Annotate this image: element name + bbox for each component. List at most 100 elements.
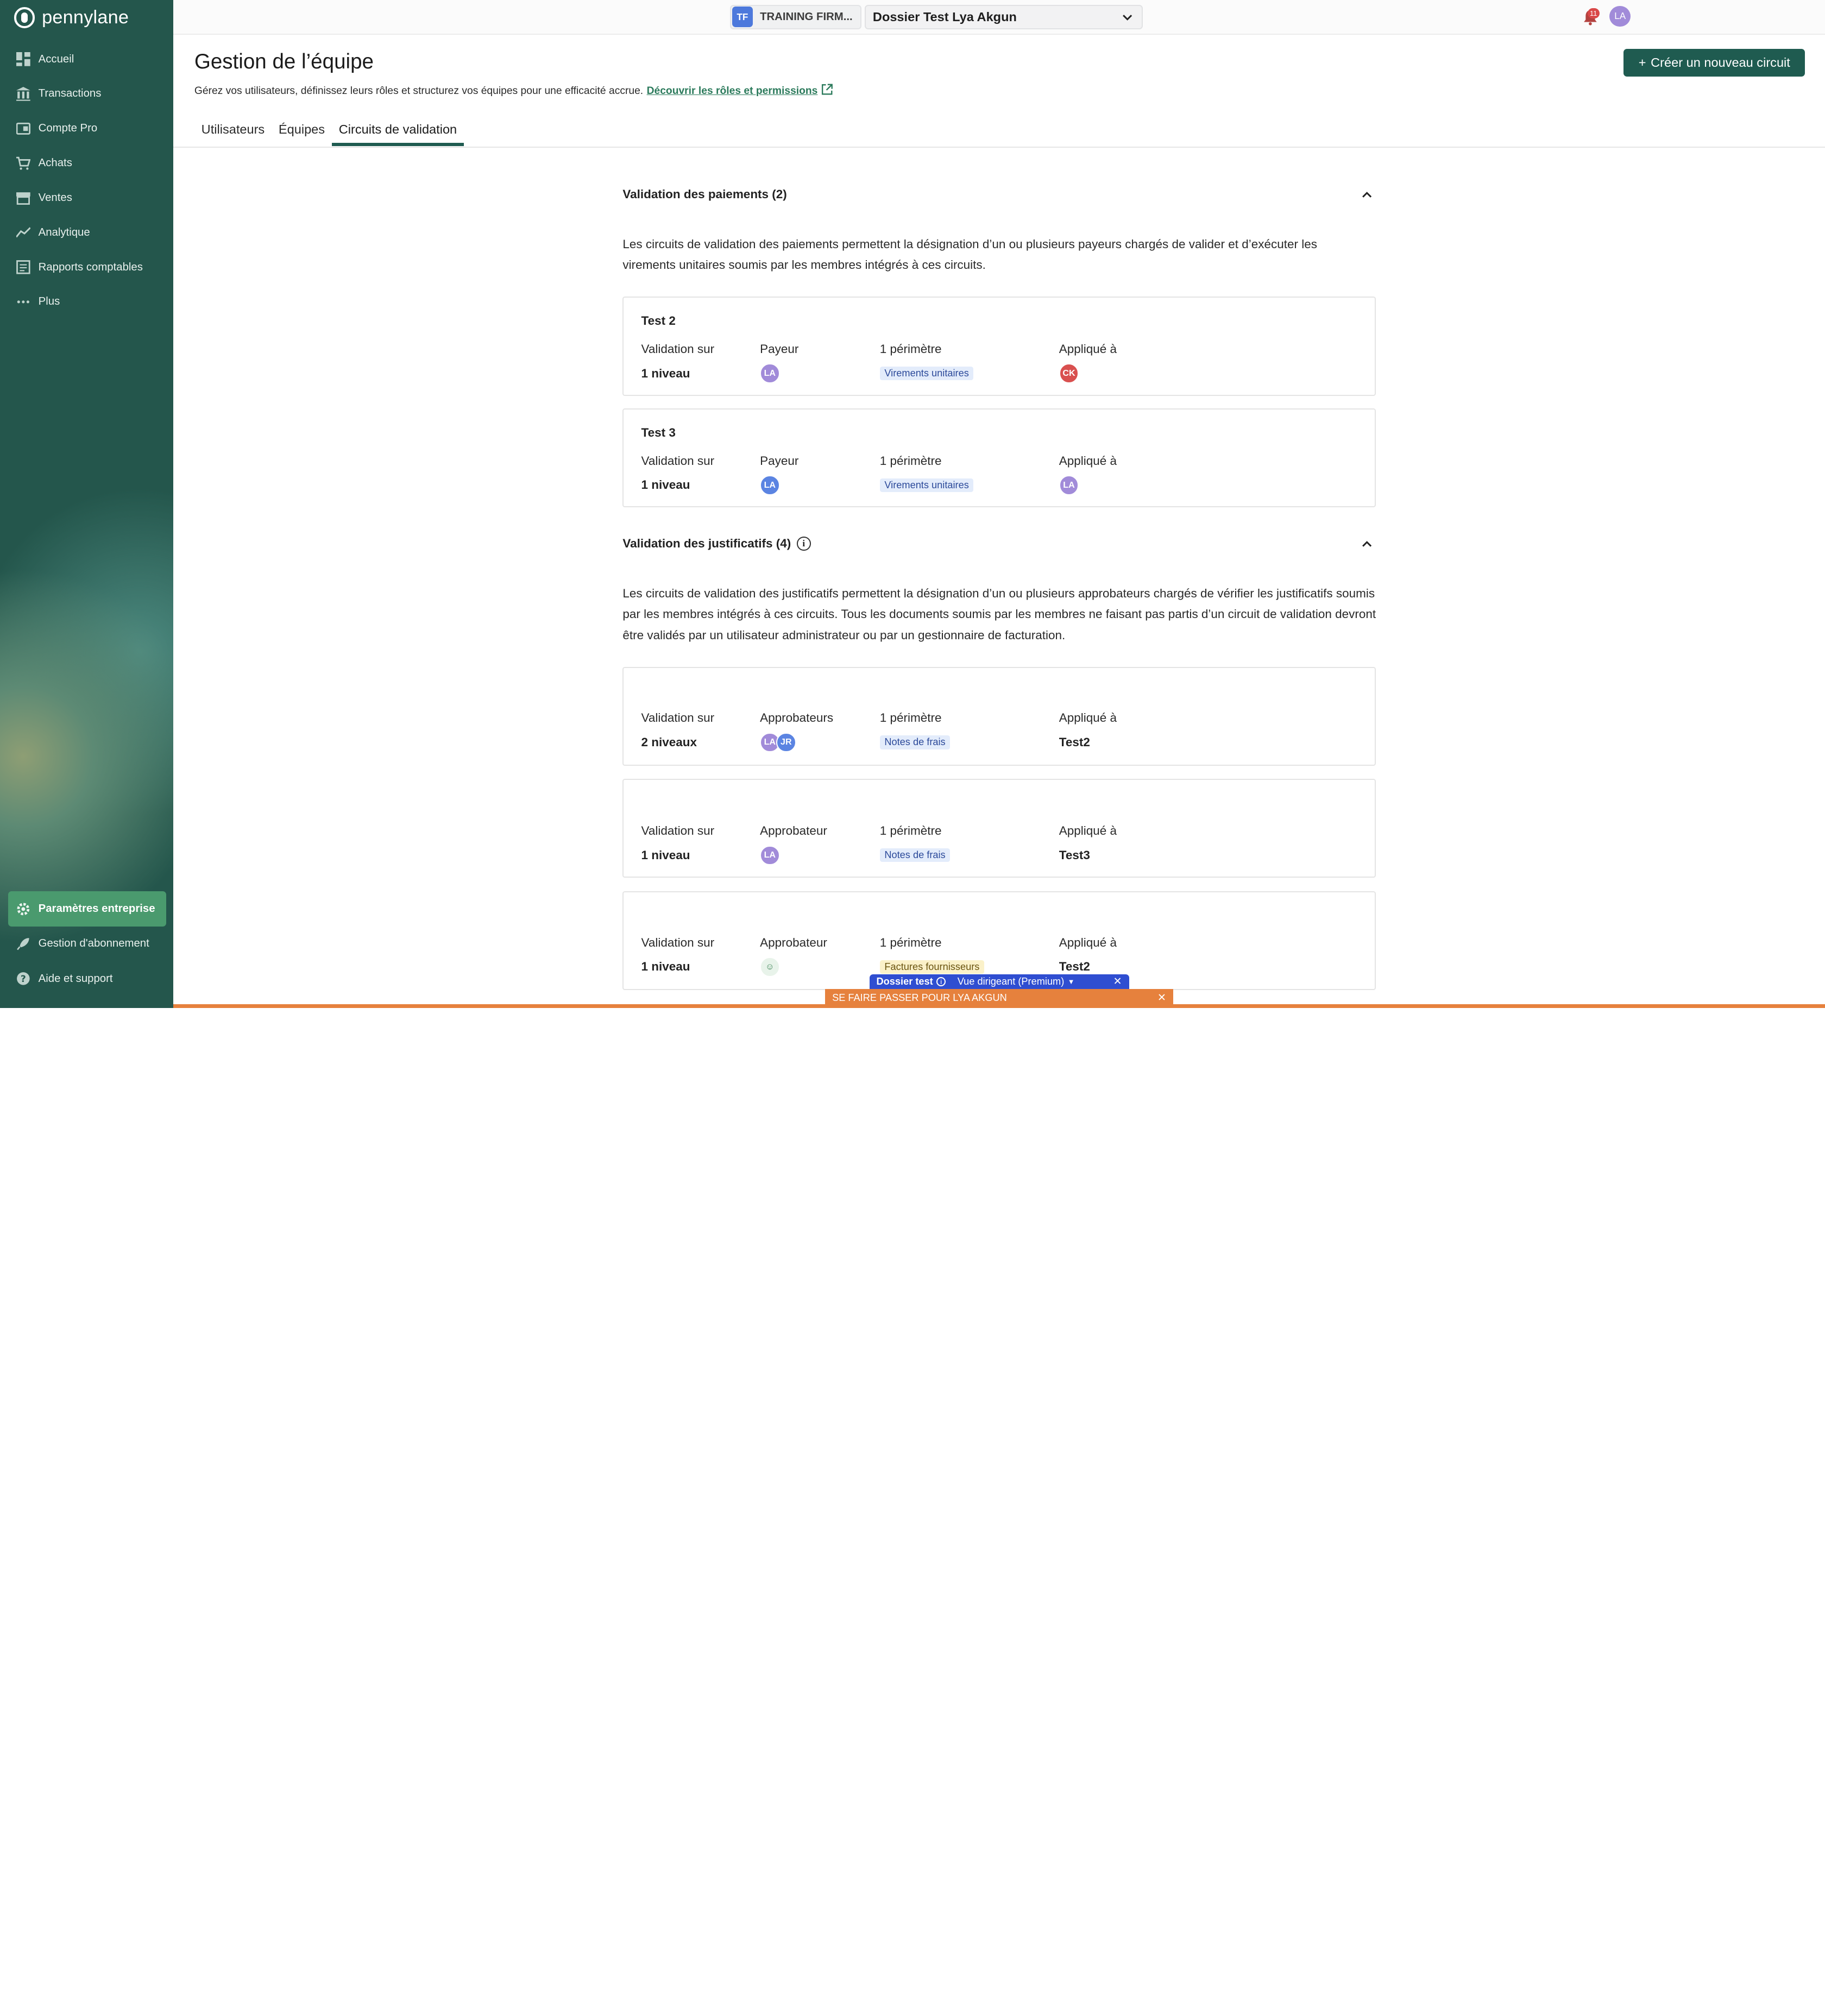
dossier-select-value: Dossier Test Lya Akgun <box>872 9 1017 24</box>
close-icon[interactable]: ✕ <box>1113 975 1122 988</box>
brand-logo[interactable]: pennylane <box>14 7 129 28</box>
scope-tag: Virements unitaires <box>879 367 974 381</box>
applied-label: Appliqué à <box>1059 342 1117 356</box>
role-label: Payeur <box>760 453 799 468</box>
role-label: Approbateur <box>760 823 827 837</box>
help-icon: ? <box>16 972 30 986</box>
roles-permissions-link[interactable]: Découvrir les rôles et permissions <box>647 85 818 97</box>
sidebar-item-accueil[interactable]: Accueil <box>0 42 173 77</box>
scope-label: 1 périmètre <box>879 342 942 356</box>
justificatifs-section-title-wrap: Validation des justificatifs (4) i <box>622 536 811 551</box>
card-icon <box>16 122 30 136</box>
plus-icon: + <box>1638 55 1646 70</box>
info-icon[interactable]: i <box>796 536 811 551</box>
circuit-card[interactable]: Test 2 Validation sur 1 niveau Payeur LA… <box>622 297 1376 396</box>
scope-tag: Virements unitaires <box>879 478 974 493</box>
circuit-card[interactable]: Validation sur 2 niveaux Approbateurs LA… <box>622 666 1376 766</box>
circuit-card[interactable]: Test 3 Validation sur 1 niveau Payeur LA… <box>622 408 1376 508</box>
create-circuit-button[interactable]: + Créer un nouveau circuit <box>1623 48 1805 77</box>
tab-circuits-validation[interactable]: Circuits de validation <box>331 112 464 147</box>
role-avatars: LA <box>760 363 798 384</box>
role-avatars: LA <box>760 845 827 866</box>
report-icon <box>16 260 30 274</box>
sidebar-item-aide-support[interactable]: ? Aide et support <box>0 961 173 996</box>
justificatifs-section-header[interactable]: Validation des justificatifs (4) i <box>622 537 1377 551</box>
validation-value: 2 niveaux <box>641 735 697 749</box>
external-link-icon[interactable] <box>821 84 833 98</box>
avatar[interactable]: JR <box>776 732 796 753</box>
validation-column: Validation sur 1 niveau <box>641 936 715 978</box>
avatar[interactable]: LA <box>760 363 780 383</box>
sidebar-item-achats[interactable]: Achats <box>0 146 173 181</box>
more-icon <box>16 295 30 309</box>
avatar[interactable]: LA <box>1059 475 1079 495</box>
sidebar-item-parametres-entreprise[interactable]: Paramètres entreprise <box>8 891 167 927</box>
view-mode-label: Vue dirigeant (Premium) <box>957 975 1065 987</box>
rocket-icon <box>16 937 30 951</box>
sidebar-item-label: Rapports comptables <box>38 261 143 273</box>
page-header: Gestion de l’équipe Gérez vos utilisateu… <box>173 35 1825 148</box>
scope-column: 1 périmètre Virements unitaires <box>879 342 974 384</box>
dossier-select[interactable]: Dossier Test Lya Akgun <box>865 4 1143 29</box>
scope-value: Notes de frais <box>879 732 951 753</box>
circuit-card[interactable]: Validation sur 1 niveau Approbateur LA 1… <box>622 778 1376 878</box>
tab-utilisateurs[interactable]: Utilisateurs <box>194 112 272 146</box>
scope-column: 1 périmètre Virements unitaires <box>879 454 974 496</box>
tabs: Utilisateurs Équipes Circuits de validat… <box>194 112 464 147</box>
validation-value: 1 niveau <box>641 366 690 380</box>
payments-section-header[interactable]: Validation des paiements (2) <box>622 187 1377 201</box>
page-title: Gestion de l’équipe <box>194 50 374 74</box>
info-icon[interactable]: i <box>936 976 946 986</box>
create-circuit-label: Créer un nouveau circuit <box>1651 55 1790 70</box>
subtitle-text: Gérez vos utilisateurs, définissez leurs… <box>194 85 644 97</box>
justificatifs-section-title: Validation des justificatifs (4) <box>622 536 791 550</box>
role-column: Approbateurs LA JR <box>760 711 833 753</box>
scope-tag: Notes de frais <box>879 735 951 749</box>
sidebar-item-ventes[interactable]: Ventes <box>0 181 173 216</box>
validation-column: Validation sur 1 niveau <box>641 342 715 384</box>
store-icon <box>16 191 30 205</box>
role-avatars: LA JR <box>760 732 833 753</box>
sidebar-item-plus[interactable]: Plus <box>0 285 173 319</box>
scope-tag: Factures fournisseurs <box>879 960 984 974</box>
avatar[interactable]: LA <box>760 475 780 495</box>
applied-value: Test2 <box>1059 735 1090 749</box>
avatar[interactable]: LA <box>760 845 780 865</box>
sidebar-item-transactions[interactable]: Transactions <box>0 77 173 111</box>
sidebar-item-label: Plus <box>38 295 60 308</box>
role-label: Payeur <box>760 342 799 356</box>
scope-value: Virements unitaires <box>879 363 974 384</box>
validation-value: 1 niveau <box>641 848 690 862</box>
user-avatar[interactable]: LA <box>1609 5 1631 27</box>
sidebar: pennylane Accueil Transactions Compte Pr… <box>0 0 174 1008</box>
chevron-up-icon[interactable] <box>1362 537 1372 551</box>
caret-down-icon: ▼ <box>1067 977 1075 986</box>
avatar[interactable]: CK <box>1059 363 1079 383</box>
role-label: Approbateurs <box>760 711 834 725</box>
chevron-up-icon[interactable] <box>1362 187 1372 201</box>
validation-label: Validation sur <box>641 823 715 837</box>
validation-label: Validation sur <box>641 342 715 356</box>
view-mode-select[interactable]: Vue dirigeant (Premium) ▼ <box>958 976 1075 987</box>
validation-label: Validation sur <box>641 935 715 949</box>
payments-section-description: Les circuits de validation des paiements… <box>622 237 1317 272</box>
circuit-name: Test 3 <box>641 426 676 440</box>
sidebar-item-gestion-abonnement[interactable]: Gestion d'abonnement <box>0 927 173 961</box>
firm-badge: TF <box>732 6 753 28</box>
sidebar-item-label: Paramètres entreprise <box>38 903 155 915</box>
scope-column: 1 périmètre Notes de frais <box>879 711 951 753</box>
firm-switcher[interactable]: TF TRAINING FIRM... <box>729 4 861 29</box>
role-column: Payeur LA <box>760 454 798 496</box>
sidebar-item-label: Analytique <box>38 226 90 238</box>
sidebar-item-rapports[interactable]: Rapports comptables <box>0 250 173 285</box>
sidebar-item-label: Accueil <box>38 53 74 65</box>
sidebar-item-analytique[interactable]: Analytique <box>0 215 173 250</box>
tab-equipes[interactable]: Équipes <box>272 112 332 146</box>
top-bar: TF TRAINING FIRM... Dossier Test Lya Akg… <box>173 0 1825 35</box>
validation-label: Validation sur <box>641 453 715 468</box>
sidebar-item-compte-pro[interactable]: Compte Pro <box>0 111 173 146</box>
notification-count-badge: 11 <box>1587 8 1600 19</box>
close-icon[interactable]: ✕ <box>1157 991 1166 1004</box>
avatar[interactable]: ☺ <box>760 957 780 977</box>
applied-value: Test3 <box>1059 848 1090 862</box>
